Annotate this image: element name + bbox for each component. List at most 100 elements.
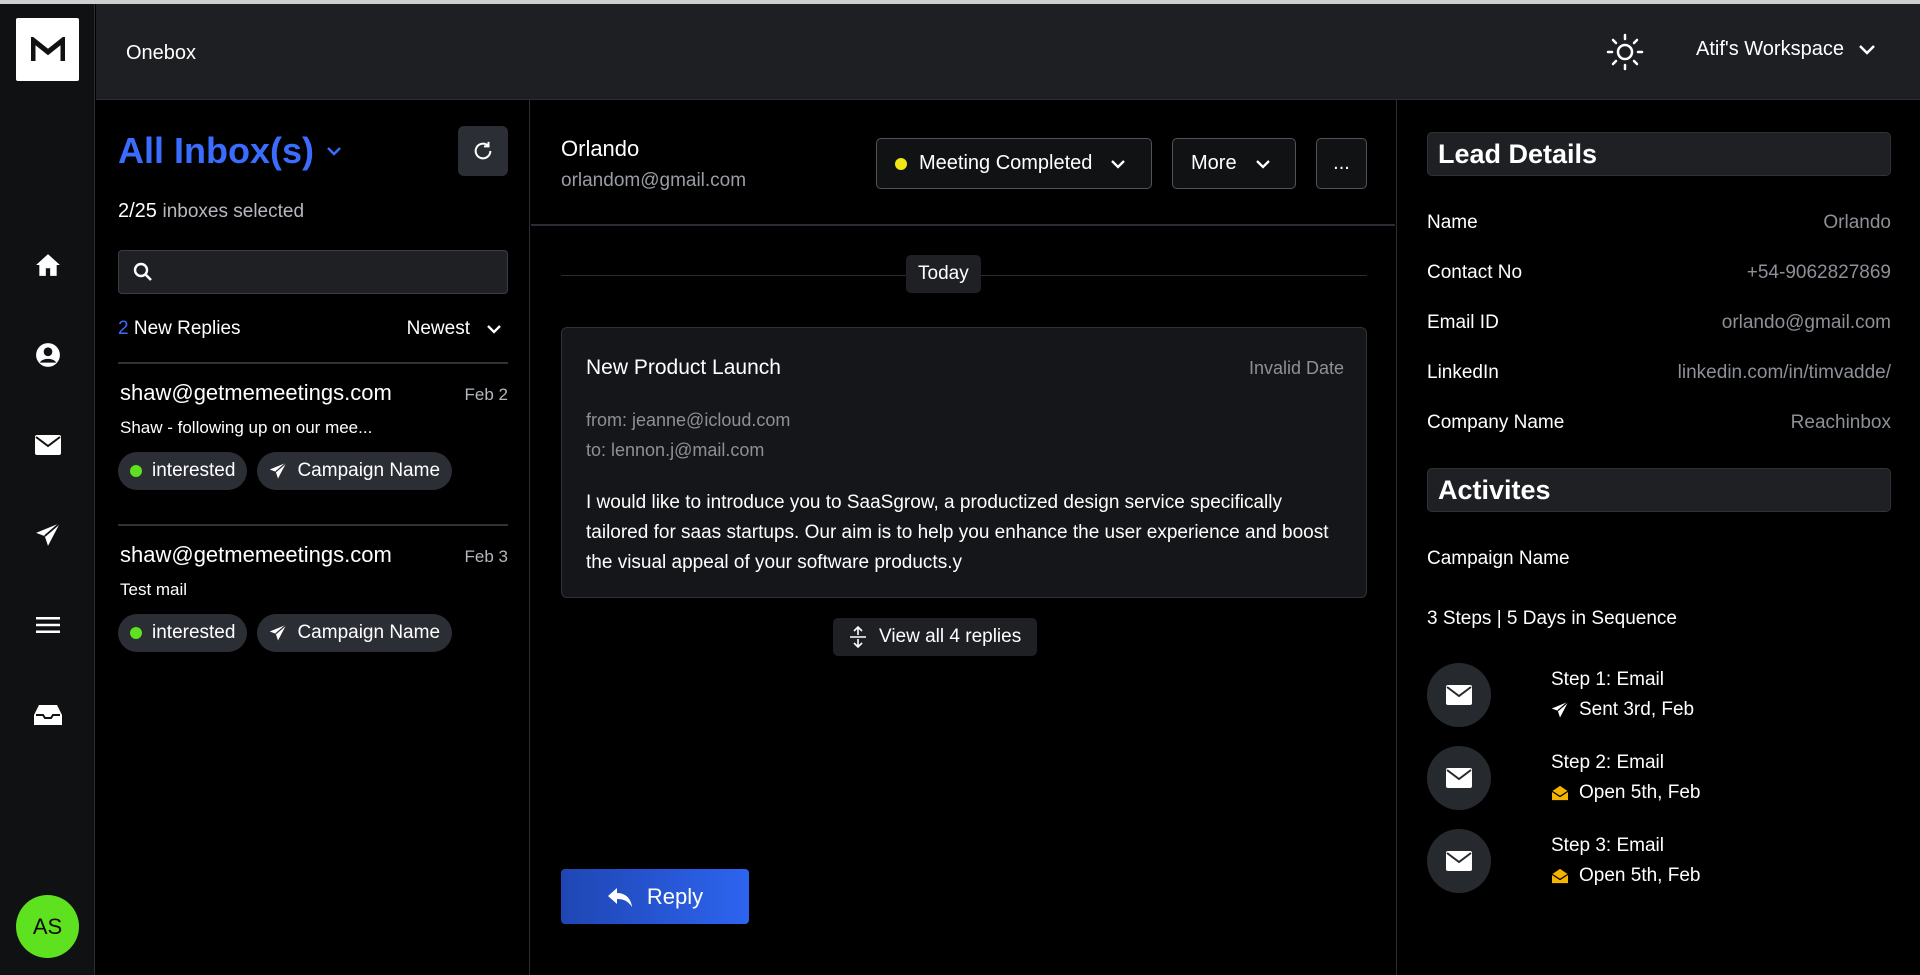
mail-icon bbox=[1427, 829, 1491, 893]
thread-snippet: Test mail bbox=[120, 580, 188, 599]
mail-icon[interactable] bbox=[27, 424, 69, 466]
status-label: Meeting Completed bbox=[919, 152, 1093, 174]
status-dot bbox=[130, 465, 142, 477]
inbox-title: All Inbox(s) bbox=[118, 130, 314, 171]
email-message[interactable]: New Product Launch Invalid Date from: je… bbox=[561, 327, 1367, 598]
chevron-down-icon bbox=[487, 325, 501, 334]
day-label: Today bbox=[906, 255, 981, 293]
activities-title: Activites bbox=[1427, 468, 1891, 512]
step-status-label: Open 5th, Feb bbox=[1579, 782, 1701, 803]
chevron-down-icon bbox=[327, 147, 341, 156]
user-avatar[interactable]: AS bbox=[16, 895, 79, 958]
email-date: Invalid Date bbox=[1248, 358, 1344, 378]
thread-date: Feb 2 bbox=[464, 385, 508, 404]
detail-label: Company Name bbox=[1427, 412, 1565, 433]
refresh-button[interactable] bbox=[458, 126, 508, 176]
detail-label: Email ID bbox=[1427, 312, 1499, 333]
thread-item[interactable]: shaw@getmemeetings.com Feb 3 Test mail i… bbox=[118, 542, 508, 652]
inbox-tray-icon[interactable] bbox=[27, 694, 69, 736]
list-icon[interactable] bbox=[27, 604, 69, 646]
mail-icon bbox=[1427, 663, 1491, 727]
refresh-icon bbox=[474, 141, 492, 160]
more-label: More bbox=[1191, 152, 1237, 174]
divider bbox=[118, 362, 508, 364]
detail-label: Contact No bbox=[1427, 262, 1523, 283]
search-input[interactable] bbox=[163, 261, 507, 283]
lead-email: orlandom@gmail.com bbox=[561, 170, 747, 191]
app-title: Onebox bbox=[126, 42, 197, 64]
theme-toggle-sun-icon[interactable] bbox=[1604, 31, 1646, 73]
detail-value: orlando@gmail.com bbox=[1721, 312, 1891, 333]
detail-label: LinkedIn bbox=[1427, 362, 1499, 383]
inbox-panel: All Inbox(s) 2/25 inboxes selected 2 New… bbox=[96, 100, 530, 975]
profile-icon[interactable] bbox=[27, 334, 69, 376]
top-header: Onebox Atif's Workspace bbox=[96, 4, 1920, 100]
mail-icon bbox=[1427, 746, 1491, 810]
inbox-selector[interactable]: All Inbox(s) bbox=[118, 130, 342, 172]
view-all-label: View all 4 replies bbox=[879, 626, 1022, 647]
activity-step: Step 1: Email Sent 3rd, Feb bbox=[1427, 663, 1891, 727]
reply-arrow-icon bbox=[607, 887, 632, 907]
chevron-down-icon bbox=[1111, 159, 1126, 169]
status-label: interested bbox=[152, 460, 236, 481]
campaign-label: Campaign Name bbox=[297, 622, 441, 643]
send-icon[interactable] bbox=[27, 514, 69, 556]
replies-row: 2 New Replies Newest bbox=[118, 318, 508, 340]
step-title: Step 1: Email bbox=[1551, 669, 1664, 690]
sort-dropdown[interactable]: Newest bbox=[407, 318, 508, 340]
status-label: interested bbox=[152, 622, 236, 643]
ellipsis-button[interactable]: ... bbox=[1316, 138, 1367, 189]
campaign-badge[interactable]: Campaign Name bbox=[257, 452, 453, 490]
detail-value: Reachinbox bbox=[1790, 412, 1891, 433]
workspace-selector[interactable]: Atif's Workspace bbox=[1696, 38, 1876, 61]
campaign-label: Campaign Name bbox=[297, 460, 441, 481]
detail-row-email: Email ID orlando@gmail.com bbox=[1427, 312, 1891, 334]
detail-value: Orlando bbox=[1823, 212, 1891, 233]
status-badge[interactable]: interested bbox=[118, 452, 248, 490]
chevron-down-icon bbox=[1255, 159, 1270, 169]
new-replies: 2 New Replies bbox=[118, 318, 241, 340]
detail-value[interactable]: linkedin.com/in/timvadde/ bbox=[1678, 362, 1891, 384]
detail-label: Name bbox=[1427, 212, 1478, 233]
send-icon bbox=[270, 624, 288, 641]
reply-label: Reply bbox=[646, 883, 704, 909]
lead-details-title: Lead Details bbox=[1427, 132, 1891, 176]
workspace-name: Atif's Workspace bbox=[1696, 38, 1844, 60]
status-badge[interactable]: interested bbox=[118, 614, 248, 652]
selected-label: inboxes selected bbox=[162, 201, 305, 222]
email-subject: New Product Launch bbox=[586, 356, 781, 379]
thread-snippet: Shaw - following up on our mee... bbox=[120, 418, 373, 437]
new-replies-count: 2 bbox=[118, 318, 129, 339]
home-icon[interactable] bbox=[27, 244, 69, 286]
status-dropdown-button[interactable]: Meeting Completed bbox=[876, 138, 1152, 189]
view-all-replies-button[interactable]: View all 4 replies bbox=[833, 618, 1038, 656]
email-from: from: jeanne@icloud.com bbox=[586, 410, 791, 430]
email-body: I would like to introduce you to SaaSgro… bbox=[586, 492, 1329, 573]
side-rail: AS bbox=[0, 4, 95, 975]
expand-vertical-icon bbox=[850, 626, 866, 648]
step-status-label: Open 5th, Feb bbox=[1579, 865, 1701, 886]
detail-value: +54-9062827869 bbox=[1746, 262, 1891, 283]
thread-item[interactable]: shaw@getmemeetings.com Feb 2 Shaw - foll… bbox=[118, 380, 508, 490]
step-title: Step 3: Email bbox=[1551, 835, 1664, 856]
step-title: Step 2: Email bbox=[1551, 752, 1664, 773]
ellipsis-label: ... bbox=[1333, 152, 1350, 174]
sort-label: Newest bbox=[406, 318, 470, 339]
detail-row-name: Name Orlando bbox=[1427, 212, 1891, 234]
thread-sender: shaw@getmemeetings.com bbox=[120, 380, 392, 405]
status-dot bbox=[895, 157, 907, 170]
activity-sequence: 3 Steps | 5 Days in Sequence bbox=[1427, 608, 1677, 629]
app-logo[interactable] bbox=[16, 18, 79, 81]
search-icon bbox=[133, 262, 152, 281]
thread-date: Feb 3 bbox=[464, 547, 508, 566]
activity-step: Step 2: Email Open 5th, Feb bbox=[1427, 746, 1891, 810]
chevron-down-icon bbox=[1859, 44, 1875, 55]
new-replies-label: New Replies bbox=[133, 318, 241, 339]
reply-button[interactable]: Reply bbox=[561, 869, 749, 924]
step-status: Open 5th, Feb bbox=[1551, 782, 1700, 804]
status-dot bbox=[130, 627, 142, 639]
search-bar[interactable] bbox=[118, 250, 508, 294]
campaign-badge[interactable]: Campaign Name bbox=[257, 614, 453, 652]
conversation-header: Orlando orlandom@gmail.com Meeting Compl… bbox=[531, 100, 1395, 226]
more-button[interactable]: More bbox=[1172, 138, 1296, 189]
